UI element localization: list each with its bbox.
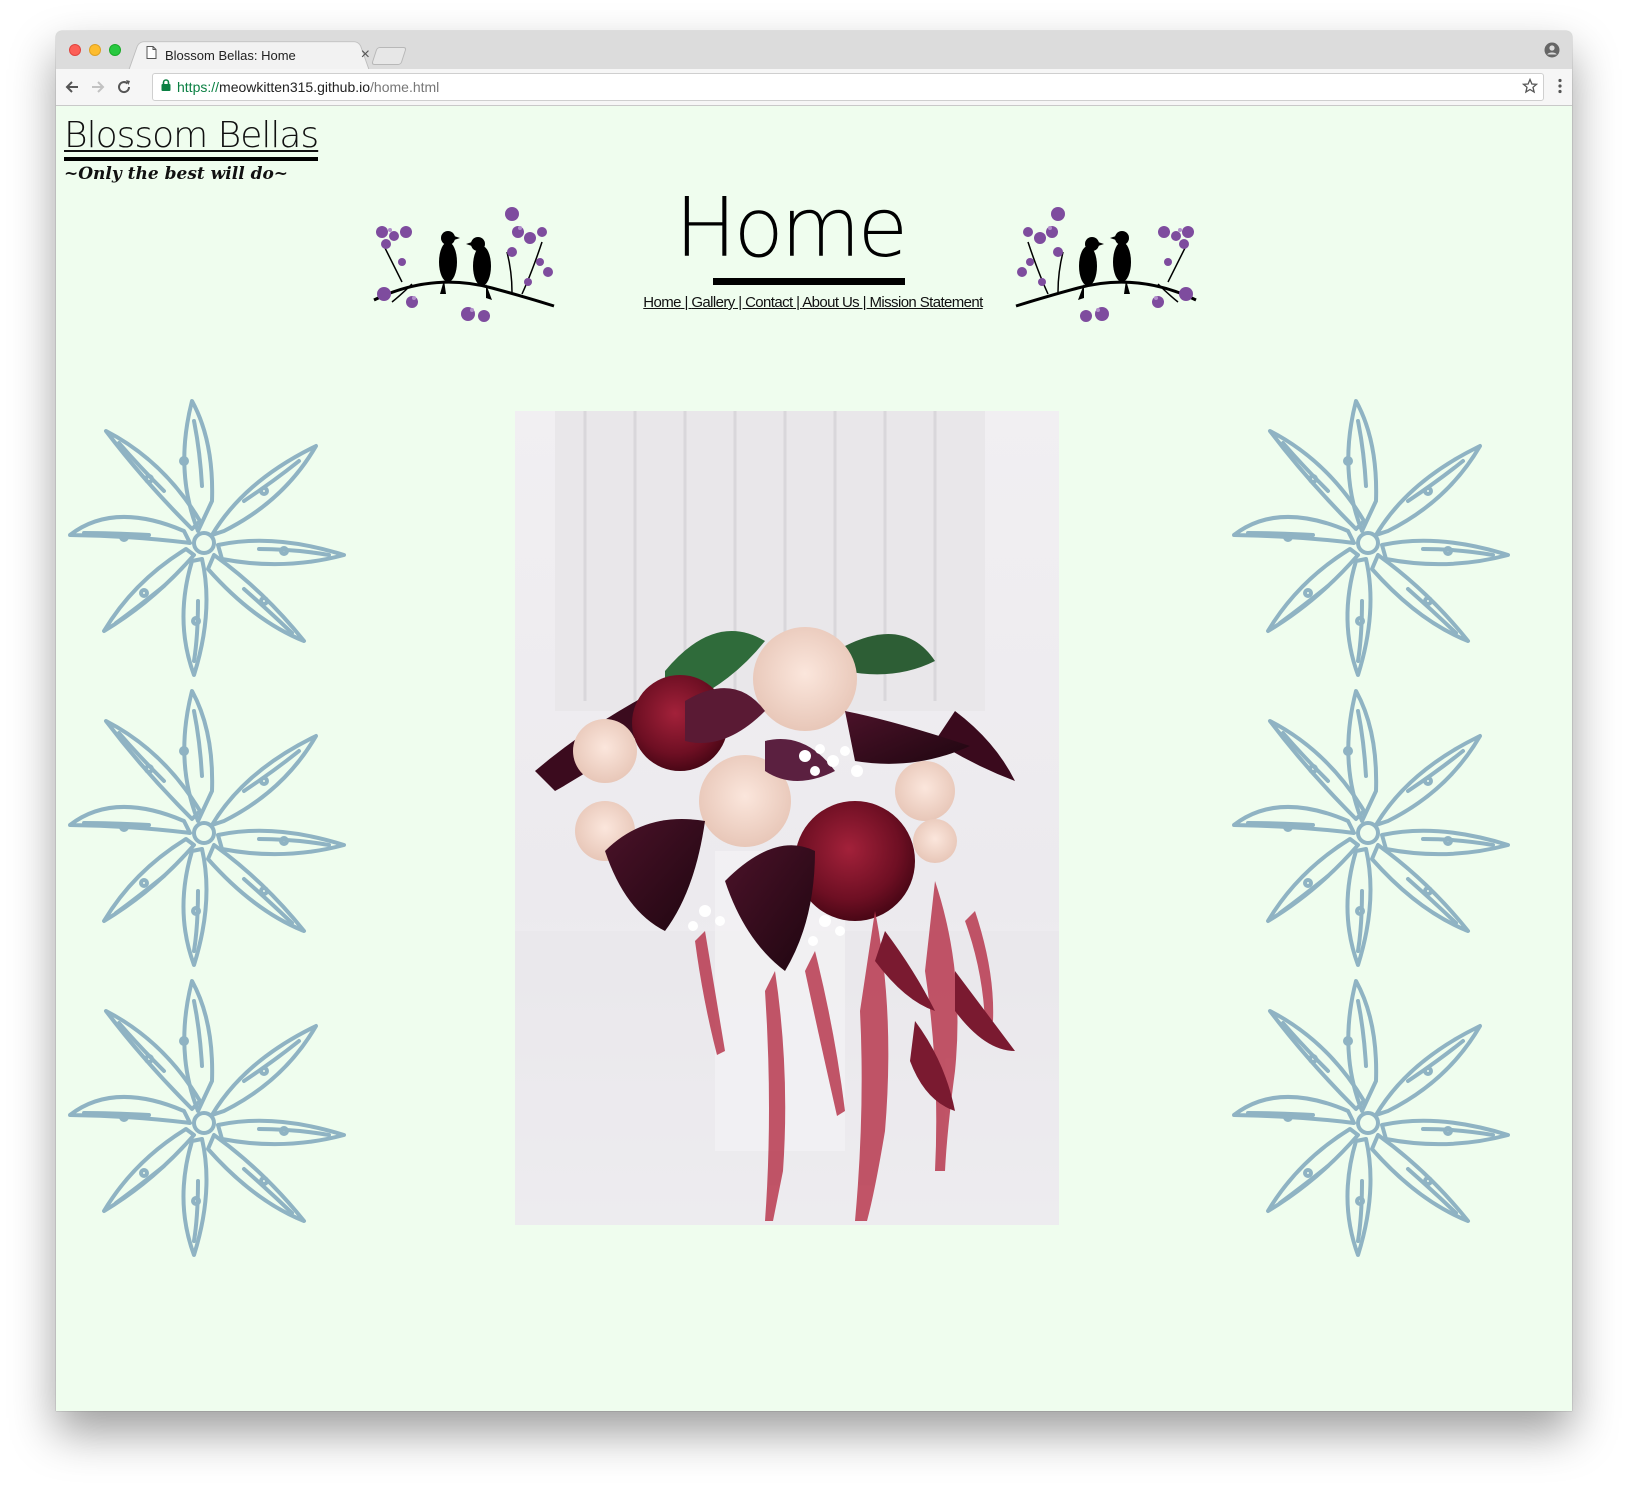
tab-title: Blossom Bellas: Home [165,47,296,63]
nav-link-mission-statement[interactable]: Mission Statement [870,294,984,311]
nav-link-home[interactable]: Home [643,294,681,311]
nav-separator: | [734,294,746,311]
reload-icon[interactable] [114,77,134,97]
url-text: https://meowkitten315.github.io/home.htm… [177,79,440,95]
menu-dots-icon[interactable] [1558,78,1562,99]
site-title[interactable]: Blossom Bellas [64,114,319,161]
close-icon[interactable]: × [361,46,370,64]
back-arrow-icon[interactable] [62,77,82,97]
page-content: Blossom Bellas ~Only the best will do~ H… [56,106,1572,1411]
active-tab-content[interactable]: Blossom Bellas: Home × [146,43,376,67]
lock-icon [161,78,171,96]
site-tagline: ~Only the best will do~ [64,164,289,184]
forward-arrow-icon[interactable] [88,77,108,97]
page-heading: Home [674,181,908,276]
profile-icon[interactable] [1544,42,1560,63]
lily-decoration-right-2 [1232,689,1510,967]
heading-underline [713,278,905,285]
browser-window: Blossom Bellas: Home × https://meowkitte… [56,31,1572,1411]
nav-link-contact[interactable]: Contact [745,294,793,311]
nav-separator: | [859,294,870,311]
nav-link-about-us[interactable]: About Us [802,294,860,311]
close-window-button[interactable] [69,44,81,56]
nav-separator: | [792,294,803,311]
tab-strip: Blossom Bellas: Home × [56,31,1572,71]
page-icon [146,46,157,64]
lily-decoration-right-1 [1232,399,1510,677]
new-tab-button[interactable] [371,47,407,65]
lily-decoration-left-2 [68,689,346,967]
bouquet-photo [515,411,1059,1225]
nav-link-gallery[interactable]: Gallery [691,294,735,311]
nav-separator: | [680,294,692,311]
star-icon[interactable] [1521,77,1539,99]
birds-on-branch-left-image [372,205,556,324]
lily-decoration-right-3 [1232,979,1510,1257]
minimize-window-button[interactable] [89,44,101,56]
lily-decoration-left-3 [68,979,346,1257]
maximize-window-button[interactable] [109,44,121,56]
main-nav: Home | Gallery | Contact | About Us | Mi… [538,294,1088,311]
address-bar[interactable]: https://meowkitten315.github.io/home.htm… [152,73,1544,101]
lily-decoration-left-1 [68,399,346,677]
toolbar: https://meowkitten315.github.io/home.htm… [56,69,1572,106]
